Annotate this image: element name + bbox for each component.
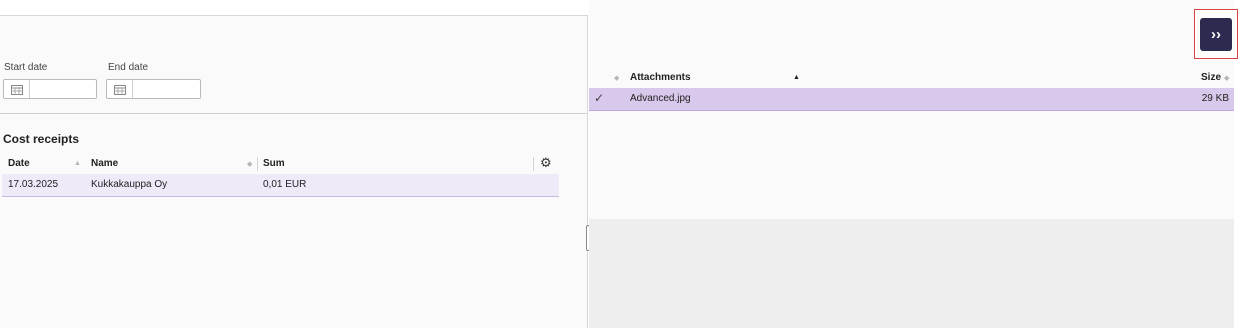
column-separator[interactable] — [257, 157, 258, 171]
sort-icon[interactable]: ◆ — [614, 74, 619, 82]
cell-date: 17.03.2025 — [8, 179, 59, 190]
cost-receipts-header: Date ▲ Name ◆ Sum ⚙ — [2, 154, 559, 175]
cell-attachment-name: Advanced.jpg — [630, 93, 691, 104]
start-date-input[interactable] — [30, 80, 96, 98]
table-row[interactable]: ✓ Advanced.jpg 29 KB — [589, 88, 1234, 111]
sort-icon[interactable]: ◆ — [1224, 74, 1229, 82]
attachments-header: ◆ Attachments ▲ Size ◆ — [589, 68, 1234, 88]
checkmark-icon[interactable]: ✓ — [594, 88, 604, 108]
cell-sum: 0,01 EUR — [263, 179, 307, 190]
cost-receipts-title: Cost receipts — [3, 132, 80, 146]
cell-name: Kukkakauppa Oy — [91, 179, 168, 190]
attachment-preview-area — [589, 219, 1234, 328]
calendar-icon[interactable] — [107, 80, 133, 98]
sort-asc-icon[interactable]: ▲ — [793, 74, 800, 81]
column-header-name[interactable]: Name — [91, 154, 118, 174]
table-row[interactable]: 17.03.2025 Kukkakauppa Oy 0,01 EUR — [2, 174, 559, 197]
attachments-pane — [589, 0, 1240, 328]
end-date-input[interactable] — [133, 80, 200, 98]
sort-asc-icon[interactable]: ▲ — [74, 160, 81, 167]
cell-attachment-size: 29 KB — [1201, 93, 1229, 104]
column-separator[interactable] — [533, 157, 534, 171]
end-date-field[interactable] — [106, 79, 201, 99]
cost-receipts-pane: Start date End date Cost receipts Date ▲… — [0, 15, 588, 328]
column-header-date[interactable]: Date — [8, 154, 30, 174]
gear-icon[interactable]: ⚙ — [540, 155, 552, 171]
column-header-attachments[interactable]: Attachments — [630, 68, 691, 88]
calendar-icon[interactable] — [4, 80, 30, 98]
double-chevron-right-icon[interactable]: ›› — [1200, 17, 1232, 51]
column-header-sum[interactable]: Sum — [263, 154, 285, 174]
expand-panel-button[interactable]: ›› — [1194, 9, 1238, 59]
sort-icon[interactable]: ◆ — [247, 160, 252, 168]
filter-divider — [0, 113, 587, 114]
column-header-size[interactable]: Size — [1201, 68, 1221, 88]
start-date-label: Start date — [4, 62, 48, 73]
start-date-field[interactable] — [3, 79, 97, 99]
end-date-label: End date — [108, 62, 149, 73]
